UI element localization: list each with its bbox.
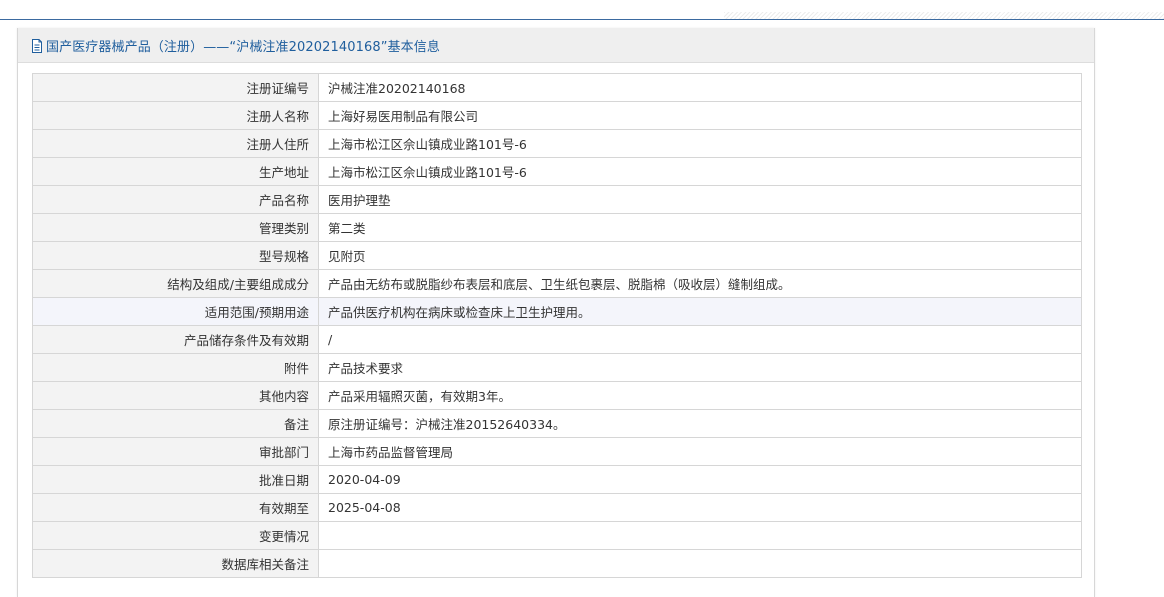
table-row: 适用范围/预期用途 产品供医疗机构在病床或检查床上卫生护理用。 [32,297,1082,326]
field-label: 生产地址 [32,157,319,186]
table-row: 批准日期 2020-04-09 [32,465,1082,494]
table-row: 型号规格 见附页 [32,241,1082,270]
table-row: 注册人住所 上海市松江区佘山镇成业路101号-6 [32,129,1082,158]
field-value: 原注册证编号：沪械注准20152640334。 [318,409,1082,438]
top-hatch-decoration [724,12,1164,19]
field-label: 其他内容 [32,381,319,410]
field-value: 上海好易医用制品有限公司 [318,101,1082,130]
field-label: 批准日期 [32,465,319,494]
table-row: 注册证编号 沪械注准20202140168 [32,73,1082,102]
panel-header: 国产医疗器械产品（注册）——“沪械注准20202140168”基本信息 [18,28,1094,63]
field-label: 产品储存条件及有效期 [32,325,319,354]
table-row: 附件 产品技术要求 [32,353,1082,382]
field-label: 数据库相关备注 [32,549,319,578]
field-label: 变更情况 [32,521,319,550]
table-row: 结构及组成/主要组成成分 产品由无纺布或脱脂纱布表层和底层、卫生纸包裹层、脱脂棉（… [32,269,1082,298]
field-value: 产品采用辐照灭菌，有效期3年。 [318,381,1082,410]
field-value: 医用护理垫 [318,185,1082,214]
field-label: 审批部门 [32,437,319,466]
field-value [318,549,1082,578]
field-value: 沪械注准20202140168 [318,73,1082,102]
field-value: 2025-04-08 [318,493,1082,522]
field-label: 结构及组成/主要组成成分 [32,269,319,298]
field-value: 见附页 [318,241,1082,270]
field-label: 适用范围/预期用途 [32,297,319,326]
field-value: 上海市松江区佘山镇成业路101号-6 [318,129,1082,158]
field-value: 上海市松江区佘山镇成业路101号-6 [318,157,1082,186]
info-panel: 国产医疗器械产品（注册）——“沪械注准20202140168”基本信息 注册证编… [17,28,1095,597]
field-label: 注册证编号 [32,73,319,102]
table-row: 注册人名称 上海好易医用制品有限公司 [32,101,1082,130]
field-label: 注册人名称 [32,101,319,130]
field-value [318,521,1082,550]
table-row: 产品储存条件及有效期 / [32,325,1082,354]
field-label: 产品名称 [32,185,319,214]
basic-info-table: 注册证编号 沪械注准20202140168 注册人名称 上海好易医用制品有限公司 注册人… [32,73,1082,578]
table-row: 数据库相关备注 [32,549,1082,578]
field-label: 有效期至 [32,493,319,522]
document-icon [31,38,43,53]
table-row: 生产地址 上海市松江区佘山镇成业路101号-6 [32,157,1082,186]
page-title: 国产医疗器械产品（注册）——“沪械注准20202140168”基本信息 [46,39,440,55]
field-value: 2020-04-09 [318,465,1082,494]
field-label: 管理类别 [32,213,319,242]
table-row: 产品名称 医用护理垫 [32,185,1082,214]
field-value: 第二类 [318,213,1082,242]
table-row: 管理类别 第二类 [32,213,1082,242]
table-row: 备注 原注册证编号：沪械注准20152640334。 [32,409,1082,438]
field-value: 产品技术要求 [318,353,1082,382]
field-value: / [318,325,1082,354]
field-value: 上海市药品监督管理局 [318,437,1082,466]
field-label: 型号规格 [32,241,319,270]
field-label: 注册人住所 [32,129,319,158]
field-label: 附件 [32,353,319,382]
field-label: 备注 [32,409,319,438]
field-value: 产品供医疗机构在病床或检查床上卫生护理用。 [318,297,1082,326]
table-row: 审批部门 上海市药品监督管理局 [32,437,1082,466]
field-value: 产品由无纺布或脱脂纱布表层和底层、卫生纸包裹层、脱脂棉（吸收层）缝制组成。 [318,269,1082,298]
table-row: 其他内容 产品采用辐照灭菌，有效期3年。 [32,381,1082,410]
table-row: 变更情况 [32,521,1082,550]
table-row: 有效期至 2025-04-08 [32,493,1082,522]
